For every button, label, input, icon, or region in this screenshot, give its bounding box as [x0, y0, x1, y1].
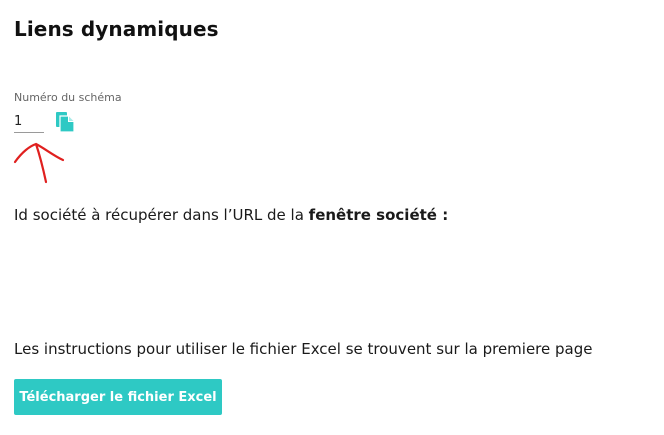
schema-number-label: Numéro du schéma — [14, 91, 122, 104]
copy-icon[interactable] — [54, 110, 76, 134]
schema-number-input[interactable] — [14, 110, 44, 133]
company-window-label: fenêtre société : — [308, 206, 449, 224]
company-id-instruction: Id société à récupérer dans l’URL de la … — [14, 206, 448, 224]
company-id-text: Id société à récupérer dans l’URL de la — [14, 206, 309, 224]
page-title: Liens dynamiques — [14, 17, 219, 41]
excel-instructions-text: Les instructions pour utiliser le fichie… — [14, 340, 593, 358]
red-arrow-annotation — [13, 142, 65, 184]
download-excel-button[interactable]: Télécharger le fichier Excel — [14, 379, 222, 415]
